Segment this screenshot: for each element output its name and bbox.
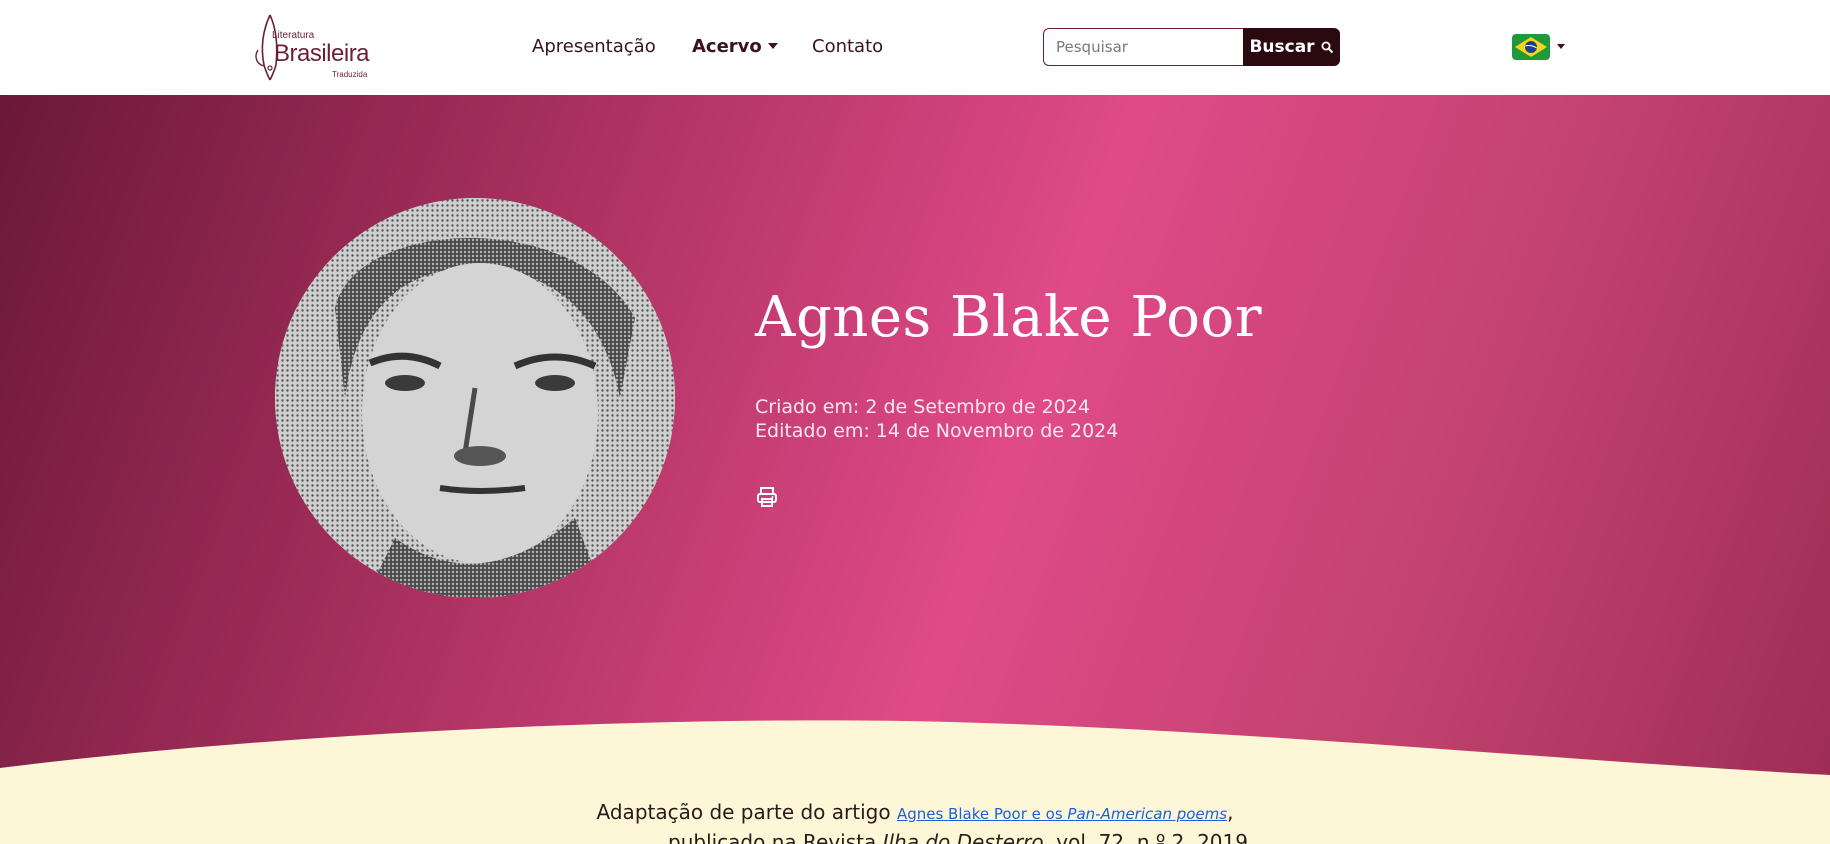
search-icon [1321,41,1333,53]
language-selector[interactable] [1512,34,1568,60]
search-input[interactable] [1043,28,1245,66]
journal-name: Ilha do Desterro [882,830,1044,844]
article-link[interactable]: Agnes Blake Poor e os Pan-American poems [897,805,1227,823]
after-link-text: , [1227,800,1234,824]
page-title: Agnes Blake Poor [755,285,1262,350]
intro-text: Adaptação de parte do artigo [596,800,897,824]
publication-line: publicado na Revista Ilha do Desterro, v… [668,830,1254,844]
created-date: Criado em: 2 de Setembro de 2024 [755,396,1090,418]
nav-apresentacao[interactable]: Apresentação [532,36,656,57]
hero-banner: Agnes Blake Poor Criado em: 2 de Setembr… [0,95,1830,775]
print-button[interactable] [755,485,779,509]
logo-tiny-text: Traduzida [332,70,368,79]
nav-acervo-dropdown[interactable]: Acervo [692,36,778,57]
brazil-flag-icon [1512,34,1550,60]
nav-acervo-label: Acervo [692,36,762,57]
site-header: Literatura Brasileira Traduzida Apresent… [0,0,1830,95]
logo-main-text: Brasileira [274,40,370,67]
article-link-italic: Pan-American poems [1067,805,1228,823]
date-info: Criado em: 2 de Setembro de 2024 Editado… [755,395,1118,443]
publication-text-a: publicado na Revista [668,830,883,844]
printer-icon [757,487,777,507]
search-button-label: Buscar [1249,37,1315,57]
article-intro: Adaptação de parte do artigo Agnes Blake… [0,800,1830,844]
author-portrait [275,198,675,598]
portrait-image [275,198,675,598]
caret-down-icon [1557,44,1565,49]
publication-text-c: , vol. 72, n.º 2, 2019. [1043,830,1255,844]
search-button[interactable]: Buscar [1243,28,1340,66]
caret-down-icon [767,43,778,49]
article-link-text: Agnes Blake Poor e os [896,805,1068,823]
nav-contato[interactable]: Contato [812,36,883,57]
edited-date: Editado em: 14 de Novembro de 2024 [755,420,1119,442]
search-form: Buscar [1043,28,1340,66]
site-logo[interactable]: Literatura Brasileira Traduzida [250,10,370,85]
